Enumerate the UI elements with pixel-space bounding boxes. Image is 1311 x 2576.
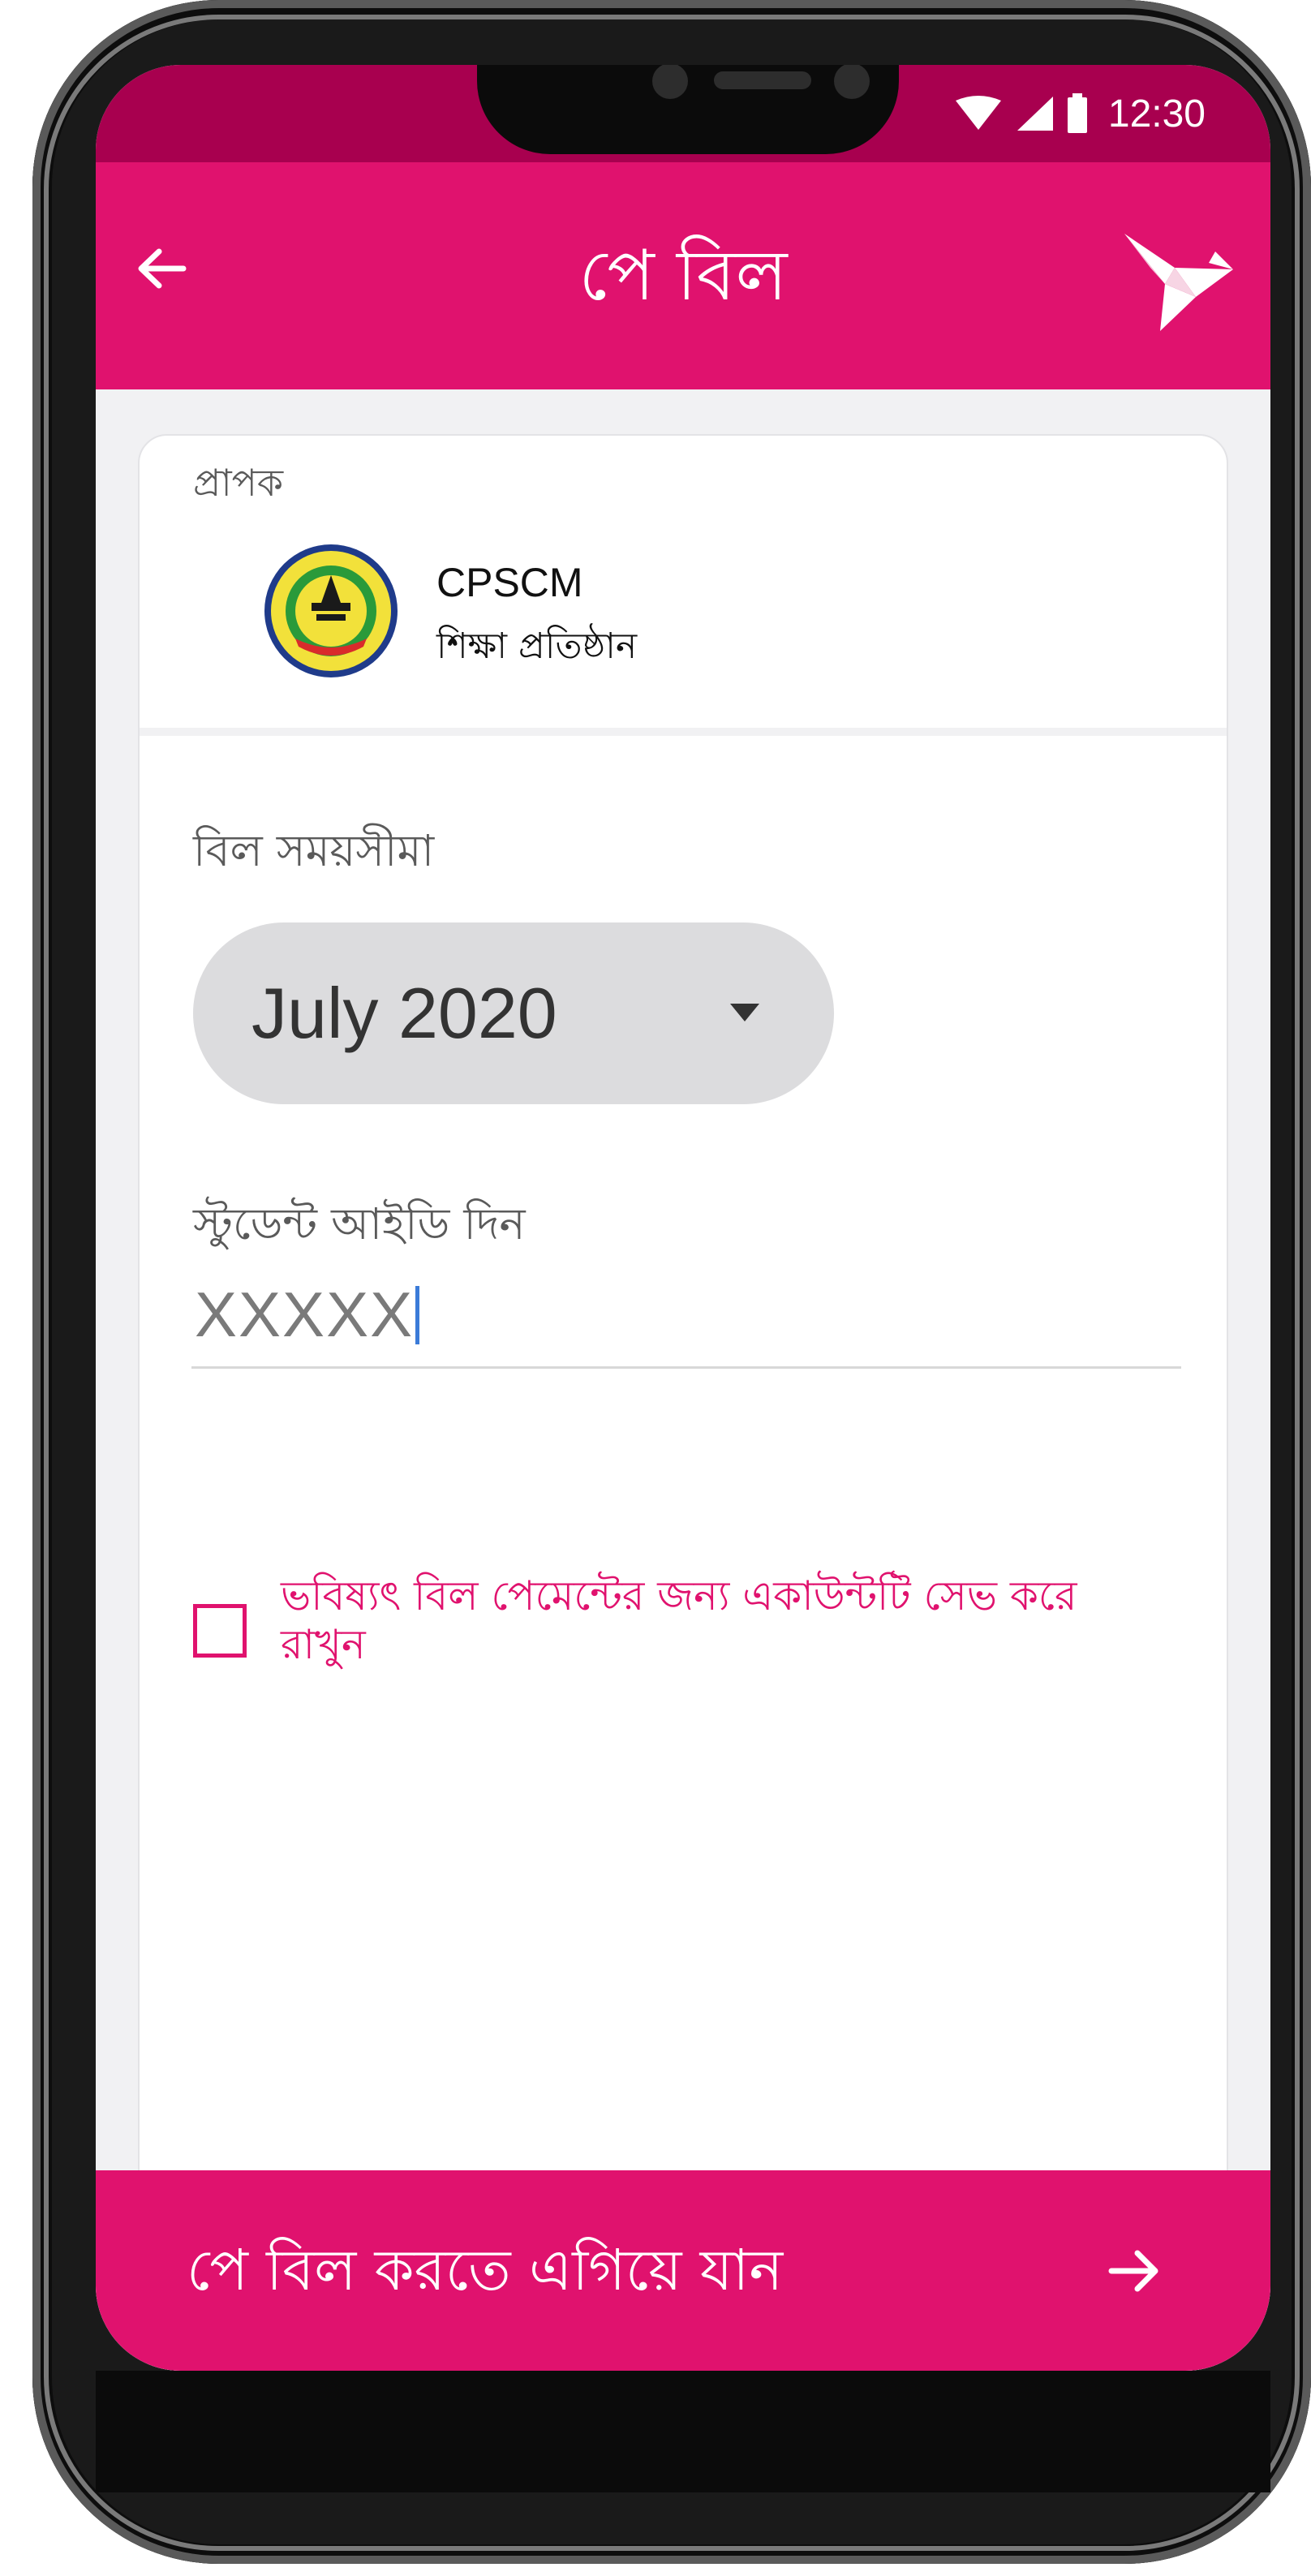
page-title: পে বিল bbox=[578, 234, 788, 316]
cellular-icon bbox=[1017, 97, 1053, 131]
student-id-label: স্টুডেন্ট আইডি দিন bbox=[193, 1198, 526, 1249]
arrow-left-icon[interactable] bbox=[125, 232, 198, 305]
camera-notch bbox=[477, 65, 899, 154]
proceed-button[interactable]: পে বিল করতে এগিয়ে যান bbox=[96, 2170, 1270, 2371]
student-id-value: XXXXX bbox=[195, 1278, 420, 1352]
bill-period-select[interactable]: July 2020 bbox=[193, 922, 834, 1104]
recipient-type: শিক্ষা প্রতিষ্ঠান bbox=[436, 626, 638, 667]
battery-icon bbox=[1067, 93, 1087, 133]
bill-form-card: প্রাপক CPSCM শিক্ষা প্রতিষ্ঠান বিল সময়স… bbox=[138, 434, 1228, 2371]
proceed-label: পে বিল করতে এগিয়ে যান bbox=[187, 2237, 784, 2303]
phone-chin bbox=[96, 2371, 1270, 2492]
paper-bird-icon bbox=[1124, 234, 1233, 331]
save-account-checkbox[interactable] bbox=[193, 1604, 247, 1658]
content-area: প্রাপক CPSCM শিক্ষা প্রতিষ্ঠান বিল সময়স… bbox=[96, 389, 1270, 2371]
status-bar: 12:30 bbox=[96, 65, 1270, 162]
save-account-label[interactable]: ভবিষ্যৎ বিল পেমেন্টের জন্য একাউন্টটি সেভ… bbox=[281, 1572, 1092, 1669]
phone-screen: 12:30 পে বিল প্রাপক CPSCM শিক্ষা প্রতিষ্… bbox=[96, 65, 1270, 2371]
sensor-icon bbox=[834, 65, 870, 99]
institution-emblem-icon bbox=[264, 544, 398, 677]
speaker-icon bbox=[714, 71, 811, 89]
arrow-right-icon bbox=[1108, 2250, 1158, 2292]
divider bbox=[140, 728, 1227, 736]
app-bar: পে বিল bbox=[96, 162, 1270, 389]
caret-down-icon bbox=[730, 1004, 759, 1021]
student-id-text: XXXXX bbox=[195, 1279, 415, 1350]
bill-period-value: July 2020 bbox=[251, 973, 557, 1053]
text-cursor bbox=[415, 1286, 420, 1344]
wifi-icon bbox=[955, 96, 1001, 130]
recipient-name: CPSCM bbox=[436, 560, 583, 605]
bill-period-label: বিল সময়সীমা bbox=[193, 825, 435, 876]
recipient-label: প্রাপক bbox=[193, 461, 284, 505]
student-id-input[interactable]: XXXXX bbox=[191, 1263, 1181, 1369]
status-icons: 12:30 bbox=[954, 89, 1206, 138]
status-time: 12:30 bbox=[1107, 92, 1206, 135]
camera-icon bbox=[652, 65, 688, 99]
